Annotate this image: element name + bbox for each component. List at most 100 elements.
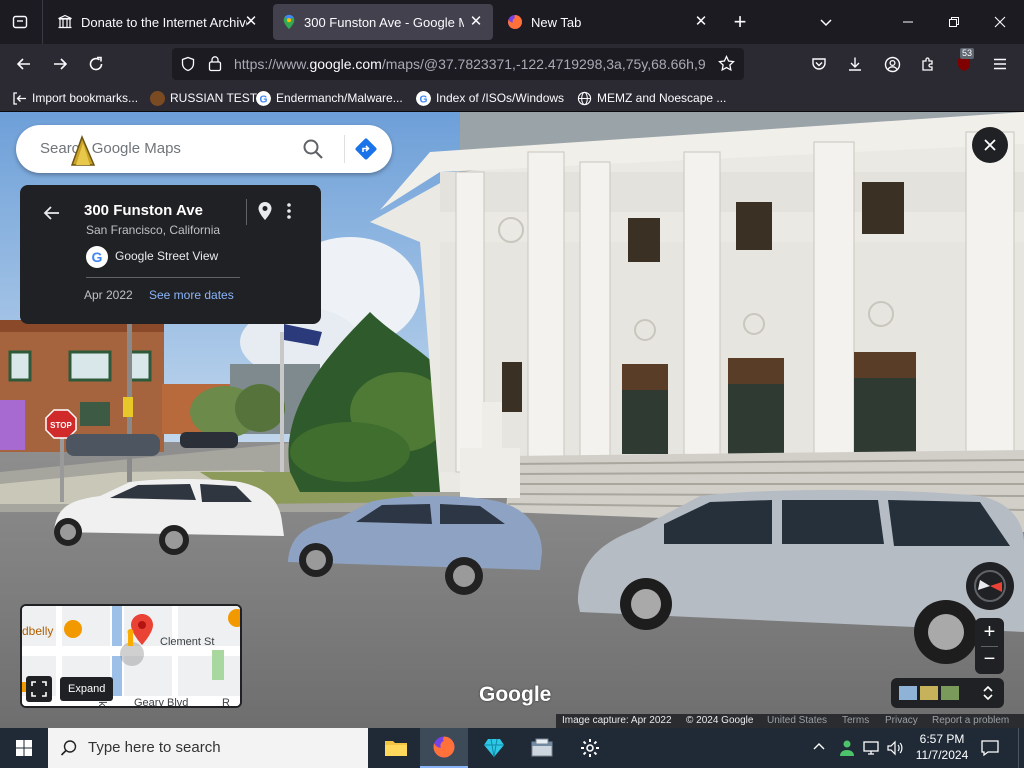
close-icon bbox=[984, 139, 996, 151]
capture-date: Apr 2022 bbox=[84, 288, 133, 302]
extensions-button[interactable] bbox=[914, 50, 942, 78]
restore-button[interactable] bbox=[940, 8, 968, 36]
bookmark-import[interactable]: Import bookmarks... bbox=[12, 89, 138, 107]
notification-icon bbox=[981, 740, 999, 757]
google-logo: Google bbox=[479, 683, 552, 706]
tab-title: 300 Funston Ave - Google Maps bbox=[304, 14, 464, 30]
location-pin-icon[interactable] bbox=[257, 201, 273, 221]
start-button[interactable] bbox=[0, 728, 48, 768]
extension-badge: 53 bbox=[960, 48, 975, 59]
puzzle-icon bbox=[922, 57, 933, 71]
minus-icon: − bbox=[983, 648, 996, 670]
notifications-button[interactable] bbox=[980, 738, 1000, 763]
terms-link[interactable]: Terms bbox=[842, 715, 869, 726]
address-bar[interactable]: https://www.google.com/maps/@37.7823371,… bbox=[172, 48, 744, 80]
close-street-view-button[interactable] bbox=[972, 127, 1008, 163]
taskbar-firefox[interactable] bbox=[420, 728, 468, 768]
taskbar-settings[interactable] bbox=[568, 728, 612, 768]
chevron-up-icon bbox=[813, 743, 825, 750]
search-input[interactable]: Search Google Maps bbox=[40, 140, 181, 157]
cursor-icon bbox=[70, 135, 96, 166]
expand-tooltip: Expand bbox=[60, 677, 114, 701]
volume-tray-icon[interactable] bbox=[886, 739, 904, 762]
report-problem-link[interactable]: Report a problem bbox=[932, 715, 1009, 726]
gear-icon bbox=[581, 739, 599, 757]
pocket-icon bbox=[812, 58, 826, 70]
network-tray-icon[interactable] bbox=[862, 739, 880, 762]
taskbar-gem-app[interactable] bbox=[472, 728, 516, 768]
arrow-left-icon bbox=[16, 58, 30, 70]
bookmark-endermanch[interactable]: G Endermanch/Malware... bbox=[256, 89, 403, 107]
account-button[interactable] bbox=[878, 50, 906, 78]
lock-icon[interactable] bbox=[208, 55, 222, 72]
ublock-extension-button[interactable]: 53 bbox=[950, 48, 978, 78]
expand-mini-map-button[interactable] bbox=[26, 676, 52, 702]
tab-google-maps[interactable]: 300 Funston Ave - Google Maps ✕ bbox=[273, 4, 493, 40]
taskbar-app[interactable] bbox=[520, 728, 564, 768]
bookmark-index-isos[interactable]: G Index of /ISOs/Windows bbox=[416, 89, 564, 107]
see-more-dates-link[interactable]: See more dates bbox=[149, 288, 234, 302]
copyright-label: © 2024 Google bbox=[686, 715, 754, 726]
back-button[interactable] bbox=[10, 50, 38, 78]
people-tray-icon[interactable] bbox=[838, 739, 856, 762]
search-icon[interactable] bbox=[302, 138, 324, 160]
url-prefix: https://www. bbox=[234, 56, 310, 72]
zoom-control: + − bbox=[975, 618, 1004, 674]
directions-icon[interactable] bbox=[354, 137, 378, 161]
taskbar-search-placeholder: Type here to search bbox=[88, 739, 221, 756]
star-icon[interactable] bbox=[718, 55, 735, 72]
downloads-button[interactable] bbox=[841, 50, 869, 78]
close-window-button[interactable] bbox=[986, 8, 1014, 36]
new-tab-button[interactable]: + bbox=[726, 8, 754, 36]
svg-text:G: G bbox=[419, 94, 427, 105]
download-icon bbox=[849, 57, 861, 71]
imagery-thumbnails-button[interactable] bbox=[891, 678, 1004, 708]
close-icon[interactable]: ✕ bbox=[692, 13, 710, 31]
tab-new-tab[interactable]: New Tab ✕ bbox=[498, 4, 718, 40]
clock[interactable]: 6:57 PM 11/7/2024 bbox=[910, 730, 974, 766]
forward-button[interactable] bbox=[46, 50, 74, 78]
person-icon bbox=[840, 740, 854, 756]
bookmark-label: RUSSIAN TEST bbox=[170, 91, 258, 105]
close-icon[interactable]: ✕ bbox=[242, 13, 260, 31]
restore-icon bbox=[949, 17, 959, 27]
app-menu-button[interactable] bbox=[986, 50, 1014, 78]
bookmark-label: Import bookmarks... bbox=[32, 91, 139, 105]
list-all-tabs-button[interactable] bbox=[6, 8, 34, 36]
shield-icon[interactable] bbox=[180, 56, 196, 72]
maps-search-box[interactable]: Search Google Maps bbox=[16, 125, 392, 173]
taskbar-search-box[interactable]: Type here to search bbox=[48, 728, 368, 768]
close-icon[interactable]: ✕ bbox=[467, 13, 485, 31]
place-subtitle: San Francisco, California bbox=[86, 223, 221, 237]
tab-overflow-button[interactable] bbox=[812, 8, 840, 36]
navigation-toolbar: https://www.google.com/maps/@37.7823371,… bbox=[0, 44, 1024, 84]
show-desktop-button[interactable] bbox=[1018, 728, 1024, 768]
mini-map-streets bbox=[22, 606, 240, 706]
privacy-link[interactable]: Privacy bbox=[885, 715, 918, 726]
arrow-left-icon[interactable] bbox=[42, 203, 62, 223]
compass-icon bbox=[974, 570, 1006, 602]
fullscreen-icon bbox=[31, 681, 47, 697]
street-view-pane[interactable]: STOP Search Google Maps 300 Funston Ave … bbox=[0, 112, 1024, 728]
bear-icon bbox=[150, 90, 165, 106]
import-icon bbox=[13, 91, 26, 105]
zoom-out-button[interactable]: − bbox=[975, 646, 1004, 674]
account-icon bbox=[884, 56, 900, 72]
tab-internet-archive[interactable]: Donate to the Internet Archive! ✕ bbox=[48, 4, 268, 40]
svg-text:G: G bbox=[259, 94, 267, 105]
taskbar-file-explorer[interactable] bbox=[374, 728, 418, 768]
bookmark-russian-test[interactable]: RUSSIAN TEST bbox=[150, 89, 257, 107]
pocket-button[interactable] bbox=[805, 50, 833, 78]
url-text[interactable]: https://www.google.com/maps/@37.7823371,… bbox=[234, 56, 714, 72]
bookmark-memz[interactable]: MEMZ and Noescape ... bbox=[577, 89, 726, 107]
minimize-button[interactable] bbox=[894, 8, 922, 36]
reload-button[interactable] bbox=[82, 50, 110, 78]
show-hidden-icons-button[interactable] bbox=[812, 740, 832, 756]
more-vert-icon[interactable] bbox=[282, 201, 296, 221]
country-link[interactable]: United States bbox=[767, 715, 827, 726]
clock-time: 6:57 PM bbox=[919, 732, 965, 746]
mini-map[interactable]: dbelly Clement St Park Geary Blvd R Expa… bbox=[20, 604, 242, 708]
zoom-in-button[interactable]: + bbox=[975, 618, 1004, 646]
compass-button[interactable] bbox=[966, 562, 1014, 610]
thumbnail-image bbox=[920, 686, 938, 700]
